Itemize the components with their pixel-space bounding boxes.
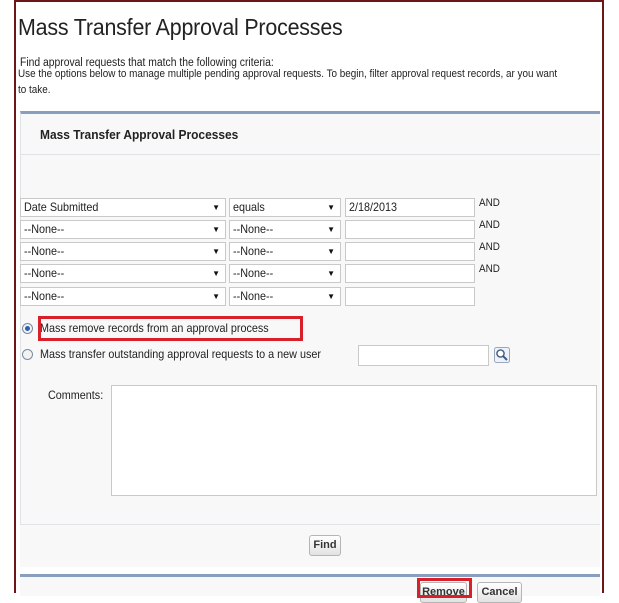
remove-button-highlight [417, 578, 472, 598]
field-select-2[interactable]: --None-- ▼ [20, 220, 226, 239]
find-button[interactable]: Find [309, 535, 341, 556]
panel-header: Mass Transfer Approval Processes [21, 114, 600, 155]
filter-row-3: --None-- ▼ --None-- ▼ AND [20, 241, 580, 262]
dropdown-arrow-icon: ▼ [212, 225, 220, 234]
page-title: Mass Transfer Approval Processes [18, 14, 343, 40]
value-input-4[interactable] [345, 264, 475, 283]
and-label-3: AND [479, 241, 500, 253]
dropdown-arrow-icon: ▼ [327, 225, 335, 234]
dropdown-arrow-icon: ▼ [327, 292, 335, 301]
remove-option-highlight [38, 316, 303, 341]
dropdown-arrow-icon: ▼ [212, 269, 220, 278]
comments-label: Comments: [48, 388, 104, 402]
filter-row-1: Date Submitted ▼ equals ▼ 2/18/2013 AND [20, 197, 580, 218]
value-input-3[interactable] [345, 242, 475, 261]
filter-row-5: --None-- ▼ --None-- ▼ [20, 287, 580, 307]
dropdown-arrow-icon: ▼ [212, 292, 220, 301]
and-label-2: AND [479, 219, 500, 231]
comments-textarea[interactable] [111, 385, 597, 496]
operator-select-3[interactable]: --None-- ▼ [229, 242, 341, 261]
filter-row-4: --None-- ▼ --None-- ▼ AND [20, 263, 580, 284]
operator-select-2[interactable]: --None-- ▼ [229, 220, 341, 239]
filter-row-2: --None-- ▼ --None-- ▼ AND [20, 219, 580, 240]
page-description: Use the options below to manage multiple… [18, 68, 558, 96]
field-select-3[interactable]: --None-- ▼ [20, 242, 226, 261]
value-input-1[interactable]: 2/18/2013 [345, 198, 475, 217]
dropdown-arrow-icon: ▼ [327, 247, 335, 256]
and-label-1: AND [479, 197, 500, 209]
panel-title: Mass Transfer Approval Processes [40, 127, 239, 142]
new-user-input[interactable] [358, 345, 489, 366]
transfer-option-label: Mass transfer outstanding approval reque… [40, 347, 321, 361]
value-input-5[interactable] [345, 287, 475, 306]
operator-select-5[interactable]: --None-- ▼ [229, 287, 341, 306]
dropdown-arrow-icon: ▼ [212, 247, 220, 256]
dropdown-arrow-icon: ▼ [212, 203, 220, 212]
magnifier-lookup-icon[interactable] [494, 347, 510, 363]
remove-radio[interactable] [22, 323, 33, 334]
dropdown-arrow-icon: ▼ [327, 203, 335, 212]
field-select-4[interactable]: --None-- ▼ [20, 264, 226, 283]
operator-select-4[interactable]: --None-- ▼ [229, 264, 341, 283]
value-input-2[interactable] [345, 220, 475, 239]
field-select-5[interactable]: --None-- ▼ [20, 287, 226, 306]
transfer-radio[interactable] [22, 349, 33, 360]
dropdown-arrow-icon: ▼ [327, 269, 335, 278]
operator-select-1[interactable]: equals ▼ [229, 198, 341, 217]
field-select-1[interactable]: Date Submitted ▼ [20, 198, 226, 217]
criteria-label: Find approval requests that match the fo… [20, 57, 274, 69]
and-label-4: AND [479, 263, 500, 275]
